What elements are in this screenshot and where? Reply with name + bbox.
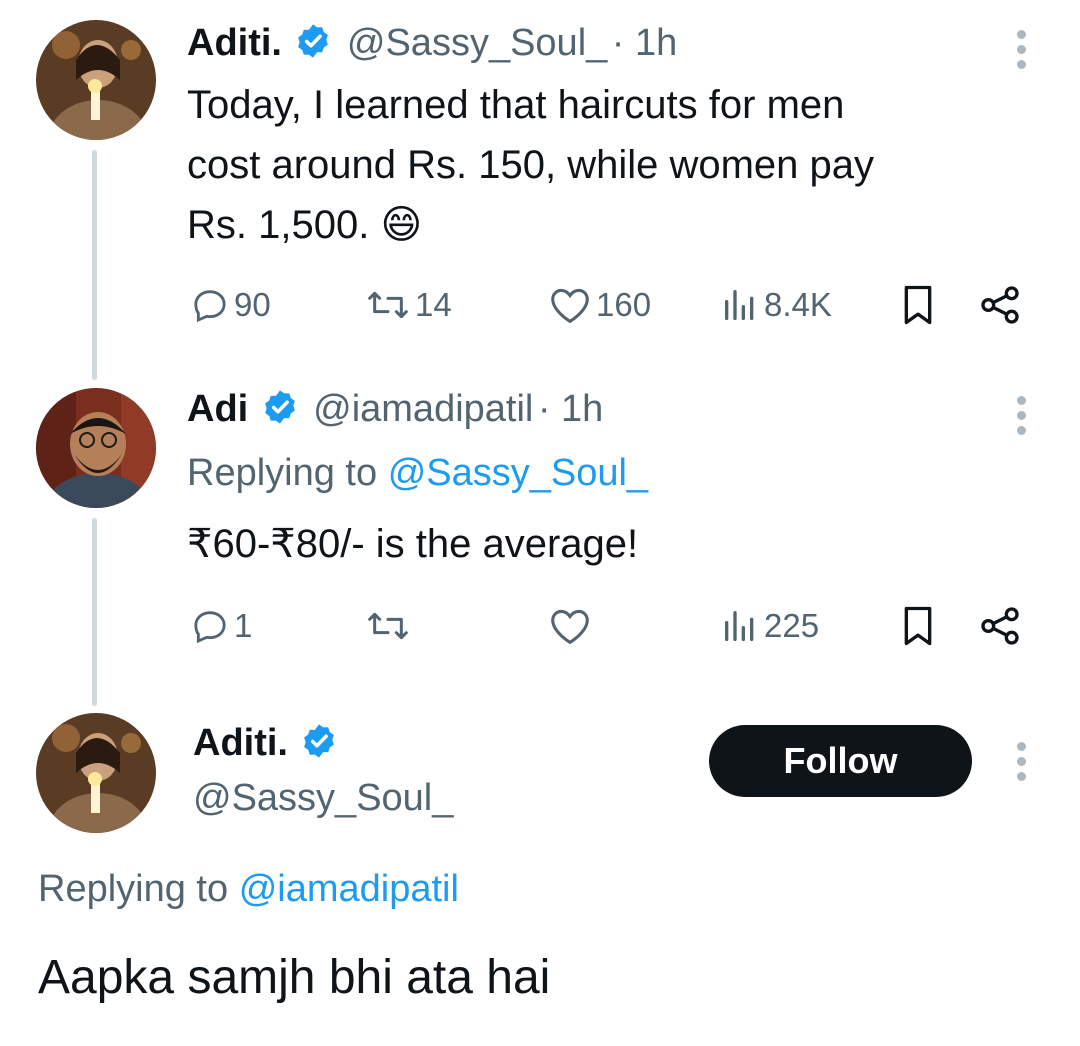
replying-to-label: Replying to [187,452,378,494]
handle[interactable]: @iamadipatil [313,388,533,430]
views-icon [725,611,754,641]
verified-badge-icon [304,724,335,758]
more-options-icon[interactable] [1015,30,1027,75]
focused-tweet-text: Aapka samjh bhi ata hai [38,951,551,1004]
tweet-text-line: Rs. 1,500. 😄 [187,195,874,255]
retweet-count: 14 [415,286,452,323]
reply-button[interactable]: 90 [190,285,271,325]
display-name[interactable]: Aditi. [187,22,282,64]
handle[interactable]: @Sassy_Soul_ [347,22,607,64]
timestamp[interactable]: · 1h [538,388,603,430]
reply-button[interactable]: 1 [190,606,252,646]
replying-to: Replying to @iamadipatil [38,868,459,911]
share-icon [981,607,1019,645]
replying-to-label: Replying to [38,868,229,910]
avatar[interactable] [36,388,156,508]
bookmark-icon [904,285,932,325]
more-options-icon[interactable] [1015,396,1027,441]
bookmark-icon [904,606,932,646]
verified-badge-icon [264,390,295,424]
like-button[interactable] [548,606,592,646]
tweet-text-line: Today, I learned that haircuts for men [187,83,845,127]
verified-badge-icon [298,24,329,58]
retweet-button[interactable]: 14 [365,285,452,325]
thread-line [92,518,97,706]
reply-count: 90 [234,286,271,323]
avatar[interactable] [36,20,156,140]
tweet-text: ₹60-₹80/- is the average! [187,522,639,566]
follow-button[interactable]: Follow [709,725,972,797]
like-button[interactable]: 160 [548,285,651,325]
focused-header: Aditi. [193,722,348,765]
tweet-text: Today, I learned that haircuts for men c… [187,75,874,255]
handle[interactable]: @Sassy_Soul_ [193,777,453,820]
share-button[interactable] [978,606,1022,646]
share-button[interactable] [978,285,1022,325]
like-icon [551,609,589,645]
display-name[interactable]: Adi [187,388,248,430]
tweet-header: Adi @iamadipatil · 1h [187,388,603,431]
timestamp[interactable]: · 1h [612,22,677,64]
retweet-icon [368,291,408,319]
mention-link[interactable]: @Sassy_Soul_ [388,452,648,494]
replying-to: Replying to @Sassy_Soul_ [187,452,648,495]
more-options-icon[interactable] [1015,742,1027,787]
avatar[interactable] [36,713,156,833]
grinning-emoji: 😄 [380,203,423,247]
views-button[interactable]: 8.4K [720,285,832,325]
reply-icon [194,290,226,323]
tweet-header: Aditi. @Sassy_Soul_ · 1h [187,22,677,65]
mention-link[interactable]: @iamadipatil [239,868,459,910]
bookmark-button[interactable] [898,604,938,648]
tweet-text-line-end: Rs. 1,500. [187,203,370,247]
like-count: 160 [596,286,652,323]
views-count: 225 [764,607,820,644]
display-name[interactable]: Aditi. [193,722,288,764]
views-button[interactable]: 225 [720,606,819,646]
like-icon [551,288,589,324]
retweet-icon [368,612,408,640]
thread-line [92,150,97,380]
reply-count: 1 [234,607,253,644]
views-count: 8.4K [764,286,832,323]
retweet-button[interactable] [365,606,411,646]
views-icon [725,290,754,320]
share-icon [981,286,1019,324]
reply-icon [194,611,226,644]
tweet-text-line: cost around Rs. 150, while women pay [187,143,875,187]
bookmark-button[interactable] [898,283,938,327]
